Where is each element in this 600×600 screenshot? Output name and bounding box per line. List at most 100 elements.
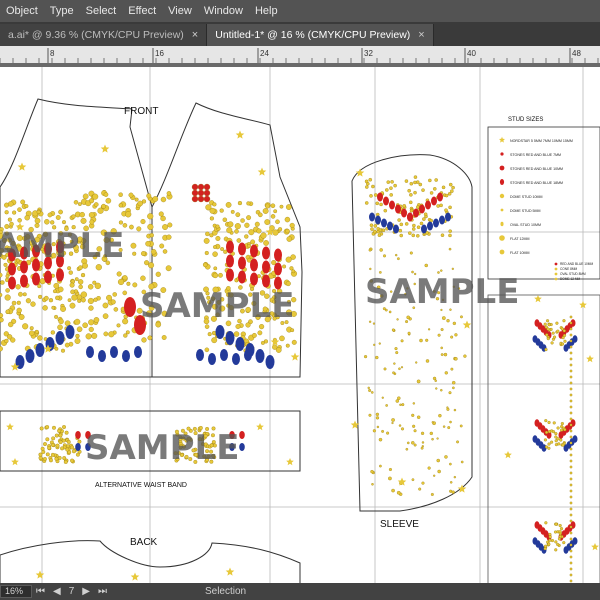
zoom-level[interactable]: 16% <box>0 585 32 598</box>
close-tab-icon[interactable]: × <box>418 29 424 41</box>
stud <box>257 330 263 336</box>
stud <box>569 525 573 529</box>
legend-item-label: DOME STUD 5MM <box>510 209 541 213</box>
stud <box>369 194 373 198</box>
stud <box>545 430 549 434</box>
stud <box>370 391 374 394</box>
stud <box>406 315 410 320</box>
menu-effect[interactable]: Effect <box>122 0 162 22</box>
stud <box>411 413 415 417</box>
back-label: BACK <box>130 537 158 548</box>
menu-window[interactable]: Window <box>198 0 249 22</box>
menu-view[interactable]: View <box>162 0 198 22</box>
stud <box>67 298 72 303</box>
canvas-area[interactable]: FRONT SLEEVE BACK STUD SIZES NORDSTAR 5 … <box>0 63 600 583</box>
stone <box>563 546 569 554</box>
stud <box>412 402 416 405</box>
stud <box>57 455 62 460</box>
stud <box>68 270 73 275</box>
stud <box>16 300 21 305</box>
stud <box>55 443 60 448</box>
stud <box>423 212 428 217</box>
stud <box>78 202 82 207</box>
stud <box>145 240 151 247</box>
menu-type[interactable]: Type <box>44 0 80 22</box>
stud <box>563 333 567 338</box>
stud <box>108 331 115 338</box>
stud <box>408 231 412 235</box>
next-artboard-icon[interactable]: ▶ <box>78 586 94 597</box>
stud <box>569 315 573 319</box>
stud <box>364 179 369 184</box>
horizontal-ruler[interactable]: 8 16 24 32 40 48 <box>0 46 600 64</box>
stud <box>246 215 252 221</box>
stud <box>385 404 388 407</box>
stud <box>4 210 9 215</box>
stud <box>60 306 66 312</box>
stone <box>86 346 94 358</box>
stud <box>10 337 16 343</box>
stud <box>203 183 211 191</box>
stud <box>15 284 21 290</box>
stud <box>433 474 436 477</box>
legend-swatch <box>499 179 505 185</box>
stone <box>98 350 106 362</box>
stud <box>61 348 65 353</box>
menu-bar: Object Type Select Effect View Window He… <box>0 0 600 22</box>
first-artboard-icon[interactable]: ⏮ <box>32 586 49 597</box>
stud <box>569 477 573 481</box>
stud <box>551 430 556 434</box>
legend-item-label: STONES RED AND BLUE 7MM <box>510 153 561 157</box>
prev-artboard-icon[interactable]: ◀ <box>49 586 65 597</box>
stud <box>385 188 389 192</box>
stud <box>87 297 94 305</box>
stud <box>263 240 269 246</box>
stud <box>290 328 295 333</box>
stud <box>569 567 573 571</box>
legend-swatch <box>554 267 558 271</box>
stud <box>58 433 63 438</box>
stud <box>446 319 450 323</box>
stud <box>400 366 404 369</box>
stud <box>372 429 376 433</box>
stud <box>58 318 64 325</box>
last-artboard-icon[interactable]: ⏭ <box>94 586 111 597</box>
menu-object[interactable]: Object <box>0 0 44 22</box>
stud <box>378 228 383 232</box>
stud <box>416 379 421 384</box>
stud <box>448 182 453 187</box>
stud <box>20 199 26 205</box>
artboard[interactable]: FRONT SLEEVE BACK STUD SIZES NORDSTAR 5 … <box>0 67 600 583</box>
tab-document-1[interactable]: a.ai* @ 9.36 % (CMYK/CPU Preview) × <box>0 24 208 46</box>
stud <box>456 440 459 444</box>
stud <box>415 361 418 364</box>
menu-help[interactable]: Help <box>249 0 284 22</box>
stud <box>569 369 573 373</box>
stud <box>18 314 25 320</box>
stud <box>29 326 34 331</box>
stud <box>112 292 117 297</box>
waistband-label: ALTERNATIVE WAIST BAND <box>95 482 187 489</box>
tab-document-2[interactable]: Untitled-1* @ 16 % (CMYK/CPU Preview) × <box>207 24 434 46</box>
stud <box>29 330 35 336</box>
stud <box>369 320 372 323</box>
stone <box>558 431 564 439</box>
legend-item-label: OVAL STUD 10MM <box>510 223 541 227</box>
stud <box>50 330 55 335</box>
stud <box>569 555 573 559</box>
watermark: SAMPLE <box>365 272 519 312</box>
stud <box>38 452 43 457</box>
menu-select[interactable]: Select <box>80 0 123 22</box>
stone <box>235 337 245 351</box>
stud <box>244 222 250 228</box>
stud <box>54 456 59 461</box>
stud <box>273 209 278 214</box>
close-tab-icon[interactable]: × <box>192 29 198 41</box>
artboard-number[interactable]: 7 <box>65 586 79 597</box>
stud <box>561 342 565 346</box>
legend-swatch <box>499 249 505 255</box>
stud <box>147 223 154 230</box>
stud <box>543 322 547 326</box>
stud <box>427 466 431 470</box>
stud <box>7 217 12 222</box>
